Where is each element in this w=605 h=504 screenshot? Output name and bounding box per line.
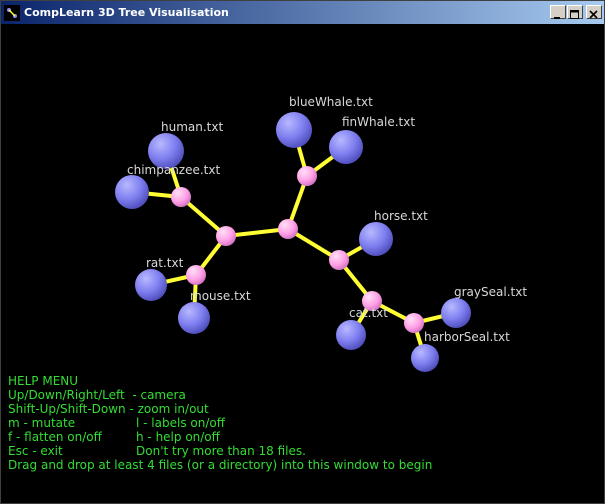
leaf-node-chimpanzee[interactable] bbox=[115, 175, 149, 209]
leaf-node-horse[interactable] bbox=[359, 222, 393, 256]
node-label: horse.txt bbox=[374, 209, 428, 223]
internal-node[interactable] bbox=[329, 250, 349, 270]
leaf-node-graySeal[interactable] bbox=[441, 298, 471, 328]
node-label: cat.txt bbox=[349, 306, 388, 320]
node-label: finWhale.txt bbox=[342, 115, 415, 129]
maximize-button[interactable] bbox=[567, 5, 583, 19]
help-row: Drag and drop at least 4 files (or a dir… bbox=[8, 458, 432, 472]
help-row: Shift-Up/Shift-Down - zoom in/out bbox=[8, 402, 432, 416]
internal-node[interactable] bbox=[278, 219, 298, 239]
leaf-node-blueWhale[interactable] bbox=[276, 112, 312, 148]
leaf-node-rat[interactable] bbox=[135, 269, 167, 301]
help-key: l - labels on/off bbox=[136, 416, 225, 430]
app-icon[interactable] bbox=[4, 4, 20, 21]
minimize-button[interactable] bbox=[550, 5, 566, 19]
help-row: f - flatten on/off h - help on/off bbox=[8, 430, 432, 444]
help-title: HELP MENU bbox=[8, 374, 79, 388]
maximize-icon bbox=[570, 10, 579, 19]
leaf-node-harborSeal[interactable] bbox=[411, 344, 439, 372]
node-label: mouse.txt bbox=[190, 289, 251, 303]
close-button[interactable] bbox=[586, 5, 602, 19]
help-row: Esc - exit Don't try more than 18 files. bbox=[8, 444, 432, 458]
internal-node[interactable] bbox=[171, 187, 191, 207]
help-key: m - mutate bbox=[8, 416, 76, 430]
help-key: Esc - exit bbox=[8, 444, 63, 458]
help-row: m - mutate l - labels on/off bbox=[8, 416, 432, 430]
internal-node[interactable] bbox=[216, 226, 236, 246]
help-key: Up/Down/Right/Left - camera bbox=[8, 388, 186, 402]
node-label: harborSeal.txt bbox=[424, 330, 510, 344]
window-controls bbox=[549, 5, 602, 19]
gl-canvas[interactable]: human.txt chimpanzee.txt blueWhale.txt f… bbox=[1, 24, 604, 503]
help-key: Don't try more than 18 files. bbox=[136, 444, 306, 458]
help-key: f - flatten on/off bbox=[8, 430, 102, 444]
internal-node[interactable] bbox=[404, 313, 424, 333]
minimize-icon bbox=[554, 17, 560, 19]
window-title: CompLearn 3D Tree Visualisation bbox=[24, 6, 229, 19]
close-icon bbox=[589, 10, 598, 19]
internal-node[interactable] bbox=[186, 265, 206, 285]
node-label: rat.txt bbox=[146, 256, 184, 270]
node-label: human.txt bbox=[161, 120, 223, 134]
node-label: blueWhale.txt bbox=[289, 95, 373, 109]
help-row: Up/Down/Right/Left - camera bbox=[8, 388, 432, 402]
help-menu: HELP MENU Up/Down/Right/Left - camera Sh… bbox=[8, 374, 432, 472]
leaf-node-cat[interactable] bbox=[336, 320, 366, 350]
leaf-node-mouse[interactable] bbox=[178, 302, 210, 334]
help-key: Drag and drop at least 4 files (or a dir… bbox=[8, 458, 433, 472]
leaf-node-finWhale[interactable] bbox=[329, 130, 363, 164]
help-key: Shift-Up/Shift-Down - zoom in/out bbox=[8, 402, 209, 416]
internal-node[interactable] bbox=[297, 166, 317, 186]
node-label: graySeal.txt bbox=[454, 285, 527, 299]
help-key: h - help on/off bbox=[136, 430, 220, 444]
app-window: CompLearn 3D Tree Visualisation human.tx… bbox=[0, 0, 605, 504]
title-bar[interactable]: CompLearn 3D Tree Visualisation bbox=[1, 1, 604, 24]
node-label: chimpanzee.txt bbox=[127, 163, 220, 177]
